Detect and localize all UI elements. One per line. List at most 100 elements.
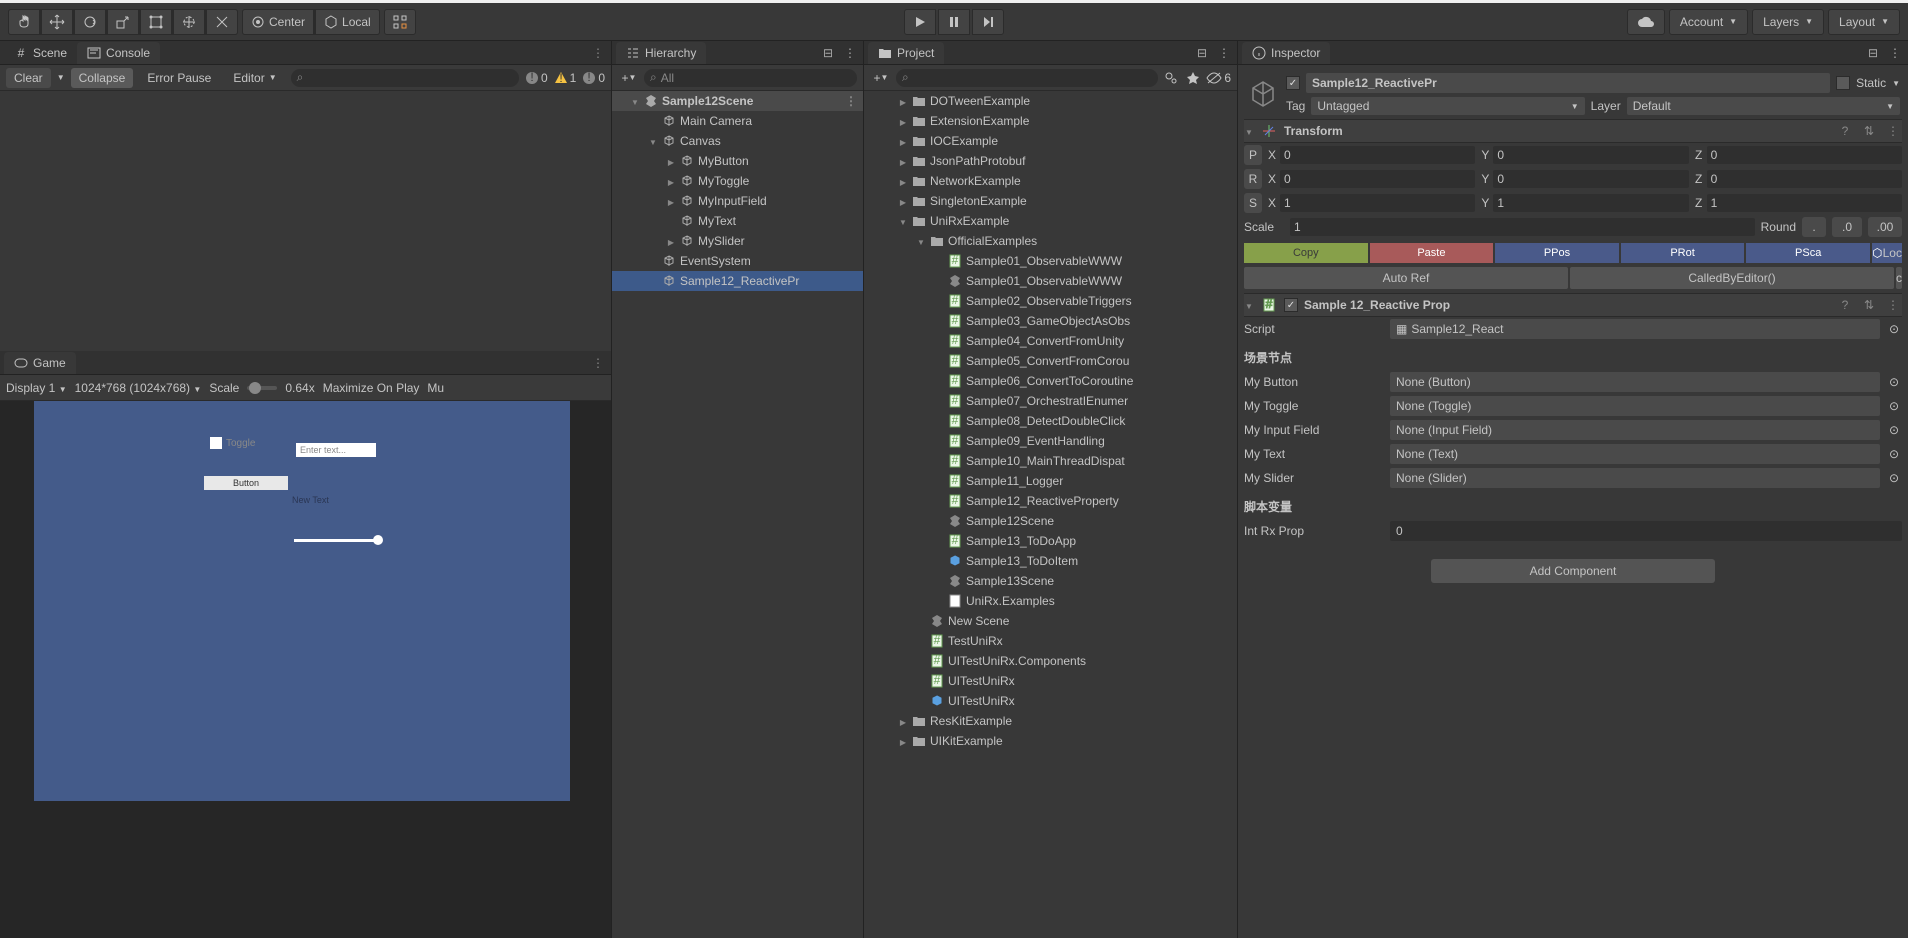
foldout-arrow[interactable] (898, 734, 908, 748)
pivot-local[interactable]: Local (315, 9, 380, 35)
tab-inspector[interactable]: Inspector (1242, 42, 1330, 64)
cs-item[interactable]: #UITestUniRx (864, 671, 1237, 691)
my-toggle-field[interactable]: None (Toggle) (1390, 396, 1880, 416)
component-enabled-checkbox[interactable] (1284, 298, 1298, 312)
tab-hierarchy[interactable]: Hierarchy (616, 42, 706, 64)
folder-item[interactable]: JsonPathProtobuf (864, 151, 1237, 171)
go-active-checkbox[interactable] (1286, 76, 1300, 90)
rot-z-field[interactable]: 0 (1707, 170, 1902, 188)
intrx-field[interactable]: 0 (1390, 521, 1902, 541)
gameobject-row[interactable]: MyText (612, 211, 863, 231)
clear-button[interactable]: Clear (6, 68, 51, 88)
tag-dropdown[interactable]: Untagged▼ (1311, 97, 1584, 115)
custom-tool[interactable] (206, 9, 238, 35)
create-button[interactable]: +▼ (618, 68, 640, 88)
layer-dropdown[interactable]: Default▼ (1627, 97, 1900, 115)
foldout-arrow[interactable] (648, 134, 658, 148)
round-d00[interactable]: .00 (1868, 217, 1902, 237)
pos-y-field[interactable]: 0 (1493, 146, 1688, 164)
cs-item[interactable]: #Sample06_ConvertToCoroutine (864, 371, 1237, 391)
gameobject-row[interactable]: Sample12_ReactivePr (612, 271, 863, 291)
tab-game[interactable]: Game (4, 352, 76, 374)
cs-item[interactable]: #Sample04_ConvertFromUnity (864, 331, 1237, 351)
help-icon[interactable]: ? (1836, 298, 1854, 312)
scale-slider[interactable] (247, 386, 277, 390)
display-dropdown[interactable]: Display 1 ▼ (6, 381, 67, 395)
object-picker[interactable]: ⊙ (1886, 470, 1902, 486)
static-checkbox[interactable] (1836, 76, 1850, 90)
object-picker[interactable]: ⊙ (1886, 398, 1902, 414)
transform-header[interactable]: Transform ? ⇅ ⋮ (1244, 119, 1902, 143)
panel-menu[interactable]: ⋮ (589, 46, 607, 60)
chevron-down-icon[interactable]: ▼ (57, 73, 65, 82)
foldout-arrow[interactable] (666, 194, 676, 208)
gameobject-row[interactable]: EventSystem (612, 251, 863, 271)
error-pause-button[interactable]: Error Pause (139, 68, 219, 88)
foldout-arrow[interactable] (916, 234, 926, 248)
cs-item[interactable]: #Sample05_ConvertFromCorou (864, 351, 1237, 371)
hidden-count[interactable]: 6 (1206, 71, 1231, 85)
gameobject-row[interactable]: MyButton (612, 151, 863, 171)
favorite-icon[interactable] (1184, 69, 1202, 87)
c-button[interactable]: c (1896, 267, 1902, 289)
scl-x-field[interactable]: 1 (1280, 194, 1475, 212)
gameobject-row[interactable]: MyToggle (612, 171, 863, 191)
chevron-down-icon[interactable]: ▼ (1892, 79, 1900, 88)
foldout-arrow[interactable] (666, 154, 676, 168)
play-button[interactable] (904, 9, 936, 35)
round-d0[interactable]: .0 (1832, 217, 1862, 237)
cs-item[interactable]: #Sample08_DetectDoubleClick (864, 411, 1237, 431)
panel-menu[interactable]: ⋮ (841, 44, 859, 62)
cs-item[interactable]: #Sample09_EventHandling (864, 431, 1237, 451)
go-name-field[interactable]: Sample12_ReactivePr (1306, 73, 1830, 93)
panel-menu[interactable]: ⋮ (1886, 44, 1904, 62)
object-picker[interactable]: ⊙ (1886, 422, 1902, 438)
editor-dropdown[interactable]: Editor▼ (225, 68, 284, 88)
pivot-center[interactable]: Center (242, 9, 314, 35)
rot-y-field[interactable]: 0 (1493, 170, 1688, 188)
panel-menu[interactable]: ⋮ (1215, 44, 1233, 62)
cs-item[interactable]: #Sample03_GameObjectAsObs (864, 311, 1237, 331)
asm-item[interactable]: UniRx.Examples (864, 591, 1237, 611)
my-button-field[interactable]: None (Button) (1390, 372, 1880, 392)
foldout-arrow[interactable] (898, 114, 908, 128)
game-button[interactable]: Button (204, 476, 288, 490)
ppos-button[interactable]: PPos (1495, 243, 1619, 263)
console-search[interactable]: ⌕ (291, 69, 519, 87)
collapse-button[interactable]: Collapse (71, 68, 134, 88)
foldout-arrow[interactable] (898, 194, 908, 208)
move-tool[interactable] (41, 9, 73, 35)
hierarchy-search[interactable]: ⌕All (644, 69, 857, 87)
maximize-toggle[interactable]: Maximize On Play (323, 381, 420, 395)
gameobject-row[interactable]: Canvas (612, 131, 863, 151)
create-button[interactable]: +▼ (870, 68, 892, 88)
info-badge[interactable]: !0 (525, 71, 548, 85)
resolution-dropdown[interactable]: 1024*768 (1024x768) ▼ (75, 381, 202, 395)
foldout-arrow[interactable] (898, 154, 908, 168)
gameobject-row[interactable]: Main Camera (612, 111, 863, 131)
folder-item[interactable]: SingletonExample (864, 191, 1237, 211)
pos-z-field[interactable]: 0 (1707, 146, 1902, 164)
foldout-arrow[interactable] (898, 214, 908, 228)
mute-toggle[interactable]: Mu (427, 381, 444, 395)
foldout-arrow[interactable] (666, 174, 676, 188)
my-slider-field[interactable]: None (Slider) (1390, 468, 1880, 488)
called-button[interactable]: CalledByEditor() (1570, 267, 1894, 289)
game-toggle[interactable]: Toggle (210, 437, 255, 449)
rect-tool[interactable] (140, 9, 172, 35)
gameobject-row[interactable]: MyInputField (612, 191, 863, 211)
object-picker[interactable]: ⊙ (1886, 321, 1902, 337)
scl-y-field[interactable]: 1 (1493, 194, 1688, 212)
component-menu[interactable]: ⋮ (1884, 298, 1902, 312)
gameobject-row[interactable]: MySlider (612, 231, 863, 251)
cs-item[interactable]: #Sample02_ObservableTriggers (864, 291, 1237, 311)
unity-item[interactable]: New Scene (864, 611, 1237, 631)
cs-item[interactable]: #Sample01_ObservableWWW (864, 251, 1237, 271)
tab-project[interactable]: Project (868, 42, 944, 64)
transform-tool[interactable] (173, 9, 205, 35)
project-list[interactable]: DOTweenExampleExtensionExampleIOCExample… (864, 91, 1237, 938)
folder-item[interactable]: NetworkExample (864, 171, 1237, 191)
hand-tool[interactable] (8, 9, 40, 35)
game-slider[interactable] (294, 539, 378, 542)
scene-row[interactable]: Sample12Scene⋮ (612, 91, 863, 111)
